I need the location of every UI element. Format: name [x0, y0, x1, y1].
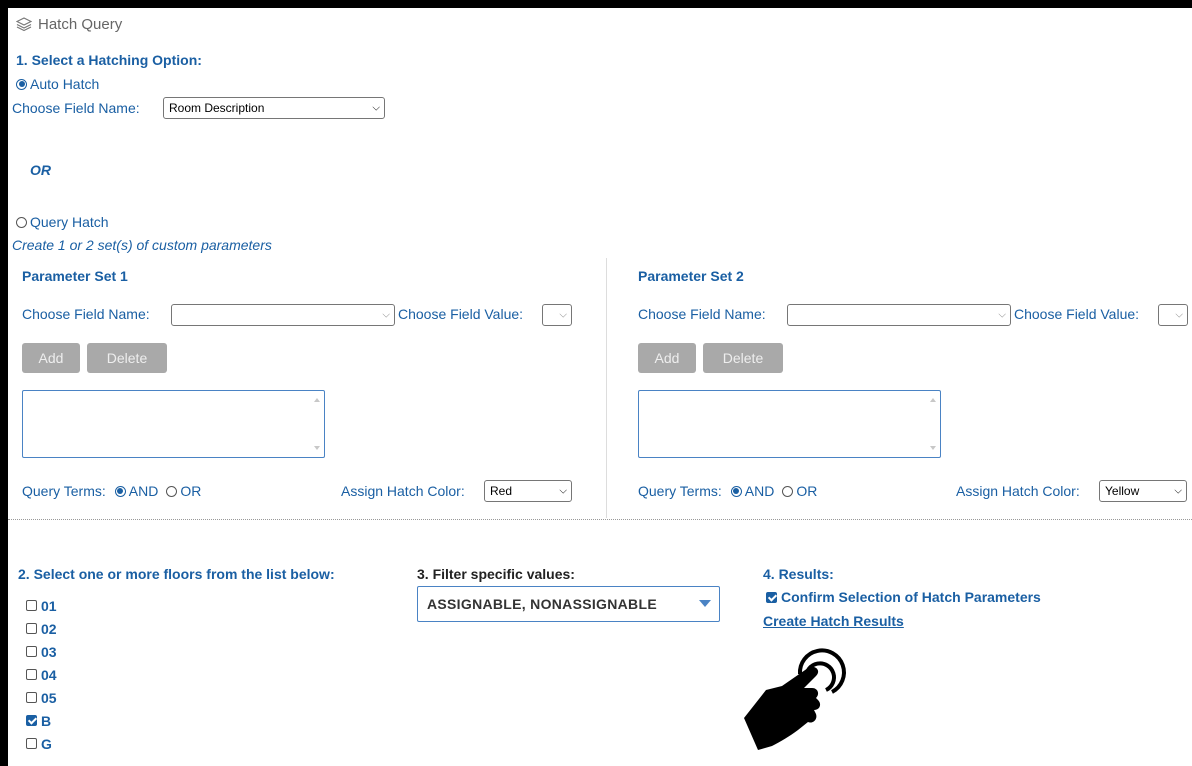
step2-heading: 2. Select one or more floors from the li…: [18, 566, 335, 582]
param-set-1-query-terms: Query Terms: AND OR: [22, 481, 201, 501]
pointing-hand-icon: [736, 638, 854, 756]
param-set-1-or-radio[interactable]: [166, 485, 178, 497]
param-set-2-field-value-select[interactable]: ⌵: [1158, 304, 1188, 326]
floor-label: 02: [41, 620, 57, 637]
floor-list: 01 02 03 04 05 B G: [26, 594, 57, 755]
floor-checkbox[interactable]: [26, 692, 37, 703]
param-set-2-title: Parameter Set 2: [638, 268, 744, 284]
param-set-1-query-textarea[interactable]: [22, 390, 325, 458]
choose-field-label: Choose Field Name:: [12, 100, 140, 116]
param-set-2-query-terms-label: Query Terms:: [638, 483, 722, 499]
chevron-down-icon: ⌵: [372, 102, 380, 114]
param-set-1-and-label: AND: [128, 483, 159, 499]
param-set-2-hatch-color-select[interactable]: Yellow ⌵: [1099, 480, 1187, 502]
param-set-1-hatch-color-select[interactable]: Red ⌵: [484, 480, 572, 502]
param-set-1-scrollbar[interactable]: [310, 391, 324, 457]
column-divider: [606, 258, 607, 518]
param-set-2-field-name-select[interactable]: ⌵: [787, 304, 1011, 326]
chevron-down-icon: ⌵: [1175, 309, 1183, 321]
auto-hatch-label: Auto Hatch: [30, 76, 100, 92]
filter-values-dropdown[interactable]: ASSIGNABLE, NONASSIGNABLE: [417, 586, 720, 622]
floor-item-02[interactable]: 02: [26, 617, 57, 640]
param-set-1-add-button[interactable]: Add: [22, 343, 80, 373]
confirm-selection[interactable]: Confirm Selection of Hatch Parameters: [766, 588, 1041, 606]
auto-field-row: Choose Field Name:: [12, 98, 140, 118]
floor-item-01[interactable]: 01: [26, 594, 57, 617]
floor-checkbox[interactable]: [26, 738, 37, 749]
chevron-down-icon: ⌵: [382, 309, 390, 321]
floor-label: 05: [41, 689, 57, 706]
auto-field-select[interactable]: Room Description ⌵: [163, 97, 385, 119]
param-set-2-query-terms: Query Terms: AND OR: [638, 481, 817, 501]
param-set-2-hatch-color-value: Yellow: [1105, 484, 1140, 498]
section-divider: [8, 519, 1192, 520]
panel-title: Hatch Query: [38, 15, 123, 33]
query-hint: Create 1 or 2 set(s) of custom parameter…: [12, 237, 272, 253]
step3-heading: 3. Filter specific values:: [417, 566, 575, 582]
param-set-1-title: Parameter Set 1: [22, 268, 128, 284]
param-set-1-query-terms-label: Query Terms:: [22, 483, 106, 499]
param-set-2-scrollbar[interactable]: [926, 391, 940, 457]
auto-hatch-radio[interactable]: Auto Hatch: [16, 75, 99, 93]
caret-down-icon: [699, 600, 711, 607]
query-hatch-radio-dot[interactable]: [16, 216, 27, 228]
chevron-down-icon: ⌵: [559, 485, 567, 497]
floor-item-04[interactable]: 04: [26, 663, 57, 686]
query-hatch-radio[interactable]: Query Hatch: [16, 213, 109, 231]
param-set-2-or-label: OR: [796, 483, 818, 499]
floor-label: 03: [41, 643, 57, 660]
param-set-1-field-name-label: Choose Field Name:: [22, 306, 150, 322]
floor-item-03[interactable]: 03: [26, 640, 57, 663]
floor-checkbox[interactable]: [26, 600, 37, 611]
param-set-2-delete-button[interactable]: Delete: [703, 343, 783, 373]
query-hatch-label: Query Hatch: [30, 214, 109, 230]
param-set-1-hatch-color-label: Assign Hatch Color:: [341, 483, 465, 499]
confirm-checkbox[interactable]: [766, 591, 777, 603]
auto-field-select-value: Room Description: [169, 101, 265, 115]
param-set-1-field-value-select[interactable]: ⌵: [542, 304, 572, 326]
chevron-down-icon: ⌵: [1174, 485, 1182, 497]
chevron-down-icon: ⌵: [559, 309, 567, 321]
layers-icon: [15, 16, 33, 32]
param-set-2-add-button[interactable]: Add: [638, 343, 696, 373]
param-set-1-and-radio[interactable]: [114, 485, 126, 497]
step4-heading: 4. Results:: [763, 566, 834, 582]
floor-item-b[interactable]: B: [26, 709, 57, 732]
hatch-query-panel: Hatch Query 1. Select a Hatching Option:…: [8, 8, 1192, 766]
floor-label: 01: [41, 597, 57, 614]
param-set-1-or-label: OR: [180, 483, 202, 499]
param-set-2-and-radio[interactable]: [730, 485, 742, 497]
param-set-1-delete-button[interactable]: Delete: [87, 343, 167, 373]
param-set-1-field-name-select[interactable]: ⌵: [171, 304, 395, 326]
param-set-1-hatch-color-value: Red: [490, 484, 513, 498]
param-set-2-and-label: AND: [744, 483, 775, 499]
floor-label: G: [41, 735, 52, 752]
filter-values-text: ASSIGNABLE, NONASSIGNABLE: [427, 596, 657, 612]
param-set-2-field-value-label: Choose Field Value:: [1014, 306, 1140, 322]
create-hatch-results-link[interactable]: Create Hatch Results: [763, 613, 904, 629]
param-set-2-query-textarea[interactable]: [638, 390, 941, 458]
confirm-label: Confirm Selection of Hatch Parameters: [781, 589, 1041, 605]
floor-checkbox[interactable]: [26, 669, 37, 680]
floor-item-05[interactable]: 05: [26, 686, 57, 709]
panel-header: Hatch Query: [15, 14, 123, 34]
floor-checkbox[interactable]: [26, 623, 37, 634]
param-set-2-or-radio[interactable]: [782, 485, 794, 497]
floor-checkbox[interactable]: [26, 715, 37, 726]
param-set-2-field-name-label: Choose Field Name:: [638, 306, 766, 322]
create-results-wrapper: Create Hatch Results: [763, 613, 904, 631]
floor-label: B: [41, 712, 52, 729]
or-separator: OR: [30, 162, 51, 178]
param-set-1-field-value-label: Choose Field Value:: [398, 306, 524, 322]
floor-label: 04: [41, 666, 57, 683]
step1-heading: 1. Select a Hatching Option:: [16, 52, 202, 68]
floor-item-g[interactable]: G: [26, 732, 57, 755]
chevron-down-icon: ⌵: [998, 309, 1006, 321]
auto-hatch-radio-dot[interactable]: [16, 78, 27, 90]
param-set-2-hatch-color-label: Assign Hatch Color:: [956, 483, 1080, 499]
floor-checkbox[interactable]: [26, 646, 37, 657]
